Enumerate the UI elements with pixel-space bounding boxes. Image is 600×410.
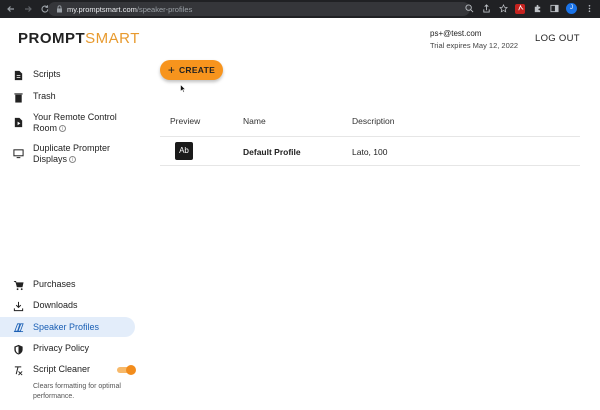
trial-expiry: Trial expires May 12, 2022 xyxy=(430,41,519,50)
column-header-preview[interactable]: Preview xyxy=(170,116,200,126)
font-preview-badge: Ab xyxy=(175,142,193,160)
account-info: ps+@test.com Trial expires May 12, 2022 xyxy=(430,29,518,50)
sidebar-item-label: Privacy Policy xyxy=(33,343,90,353)
sidebar-item-privacy-policy[interactable]: Privacy Policy xyxy=(6,343,141,355)
promptsmart-logo[interactable]: PROMPT SMART xyxy=(18,30,140,47)
create-button[interactable]: + CREATE xyxy=(160,60,223,80)
zoom-icon[interactable] xyxy=(464,4,474,14)
sidebar-item-remote-control[interactable]: Your Remote Control Room i xyxy=(6,112,141,134)
logo-text-prompt: PROMPT xyxy=(18,30,86,47)
profile-description: Lato, 100 xyxy=(352,147,388,157)
remote-control-label: Your Remote Control Room xyxy=(33,112,117,133)
info-icon[interactable]: i xyxy=(59,125,67,133)
column-header-name[interactable]: Name xyxy=(243,116,266,126)
url-text: my.promptsmart.com/speaker-profiles xyxy=(67,5,192,14)
forward-arrow-icon xyxy=(25,6,32,12)
browser-toolbar: my.promptsmart.com/speaker-profiles J xyxy=(0,0,600,18)
sidebar-item-speaker-profiles[interactable]: Speaker Profiles xyxy=(0,317,135,337)
trash-icon xyxy=(12,91,24,103)
url-path: /speaker-profiles xyxy=(136,4,193,14)
forward-button[interactable] xyxy=(22,3,34,15)
logo-text-smart: SMART xyxy=(85,30,140,47)
script-cleaner-note: Clears formatting for optimal performanc… xyxy=(33,383,121,400)
sidebar: Scripts Trash Your Remote Control Room i … xyxy=(0,60,150,410)
profile-name: Default Profile xyxy=(243,147,301,157)
sidebar-item-scripts[interactable]: Scripts xyxy=(6,69,141,81)
address-bar[interactable]: my.promptsmart.com/speaker-profiles xyxy=(48,2,470,16)
monitor-icon xyxy=(12,147,24,159)
plus-icon: + xyxy=(167,63,175,77)
sidebar-item-label: Scripts xyxy=(33,69,61,79)
profile-avatar[interactable]: J xyxy=(566,3,577,14)
account-email: ps+@test.com xyxy=(430,29,482,38)
sidebar-item-trash[interactable]: Trash xyxy=(6,91,141,103)
sidebar-item-purchases[interactable]: Purchases xyxy=(6,279,141,291)
pdf-extension-icon[interactable] xyxy=(515,3,525,14)
toggle-knob xyxy=(126,365,136,375)
sidebar-item-label: Downloads xyxy=(33,300,78,310)
info-icon[interactable]: i xyxy=(69,156,77,164)
document-icon xyxy=(12,69,24,81)
cart-icon xyxy=(12,279,24,291)
share-icon[interactable] xyxy=(481,4,491,14)
create-label: CREATE xyxy=(178,65,216,75)
extensions-puzzle-icon[interactable] xyxy=(532,4,542,14)
url-host: my.promptsmart.com xyxy=(67,4,137,14)
download-icon xyxy=(12,300,24,312)
sidebar-item-label: Speaker Profiles xyxy=(33,321,100,332)
shield-icon xyxy=(12,343,24,355)
script-cleaner-toggle[interactable] xyxy=(117,365,137,375)
lock-icon xyxy=(57,5,62,13)
browser-menu-icon[interactable] xyxy=(584,4,594,14)
sidebar-item-label: Purchases xyxy=(33,279,76,289)
sidebar-item-label: Your Remote Control Room i xyxy=(33,112,141,134)
table-row[interactable]: Ab Default Profile Lato, 100 xyxy=(160,137,580,166)
sidebar-item-label: Duplicate Prompter Displays i xyxy=(33,143,141,165)
sidebar-item-duplicate-displays[interactable]: Duplicate Prompter Displays i xyxy=(6,143,141,165)
sidebar-item-label: Trash xyxy=(33,91,56,101)
back-arrow-icon xyxy=(7,6,14,12)
sidebar-item-label: Script Cleaner xyxy=(33,364,91,374)
browser-actions: J xyxy=(464,3,594,14)
clear-format-icon xyxy=(12,364,24,376)
speaker-profiles-table: Preview Name Description Ab Default Prof… xyxy=(160,108,580,166)
table-header-row: Preview Name Description xyxy=(160,108,580,137)
logout-button[interactable]: LOG OUT xyxy=(535,33,580,44)
remote-icon xyxy=(12,116,24,128)
back-button[interactable] xyxy=(5,3,17,15)
mouse-cursor-icon xyxy=(180,84,186,93)
bookmark-star-icon[interactable] xyxy=(498,4,508,14)
speaker-icon xyxy=(12,321,24,333)
column-header-description[interactable]: Description xyxy=(352,116,395,126)
side-panel-icon[interactable] xyxy=(549,4,559,14)
sidebar-item-downloads[interactable]: Downloads xyxy=(6,300,141,312)
